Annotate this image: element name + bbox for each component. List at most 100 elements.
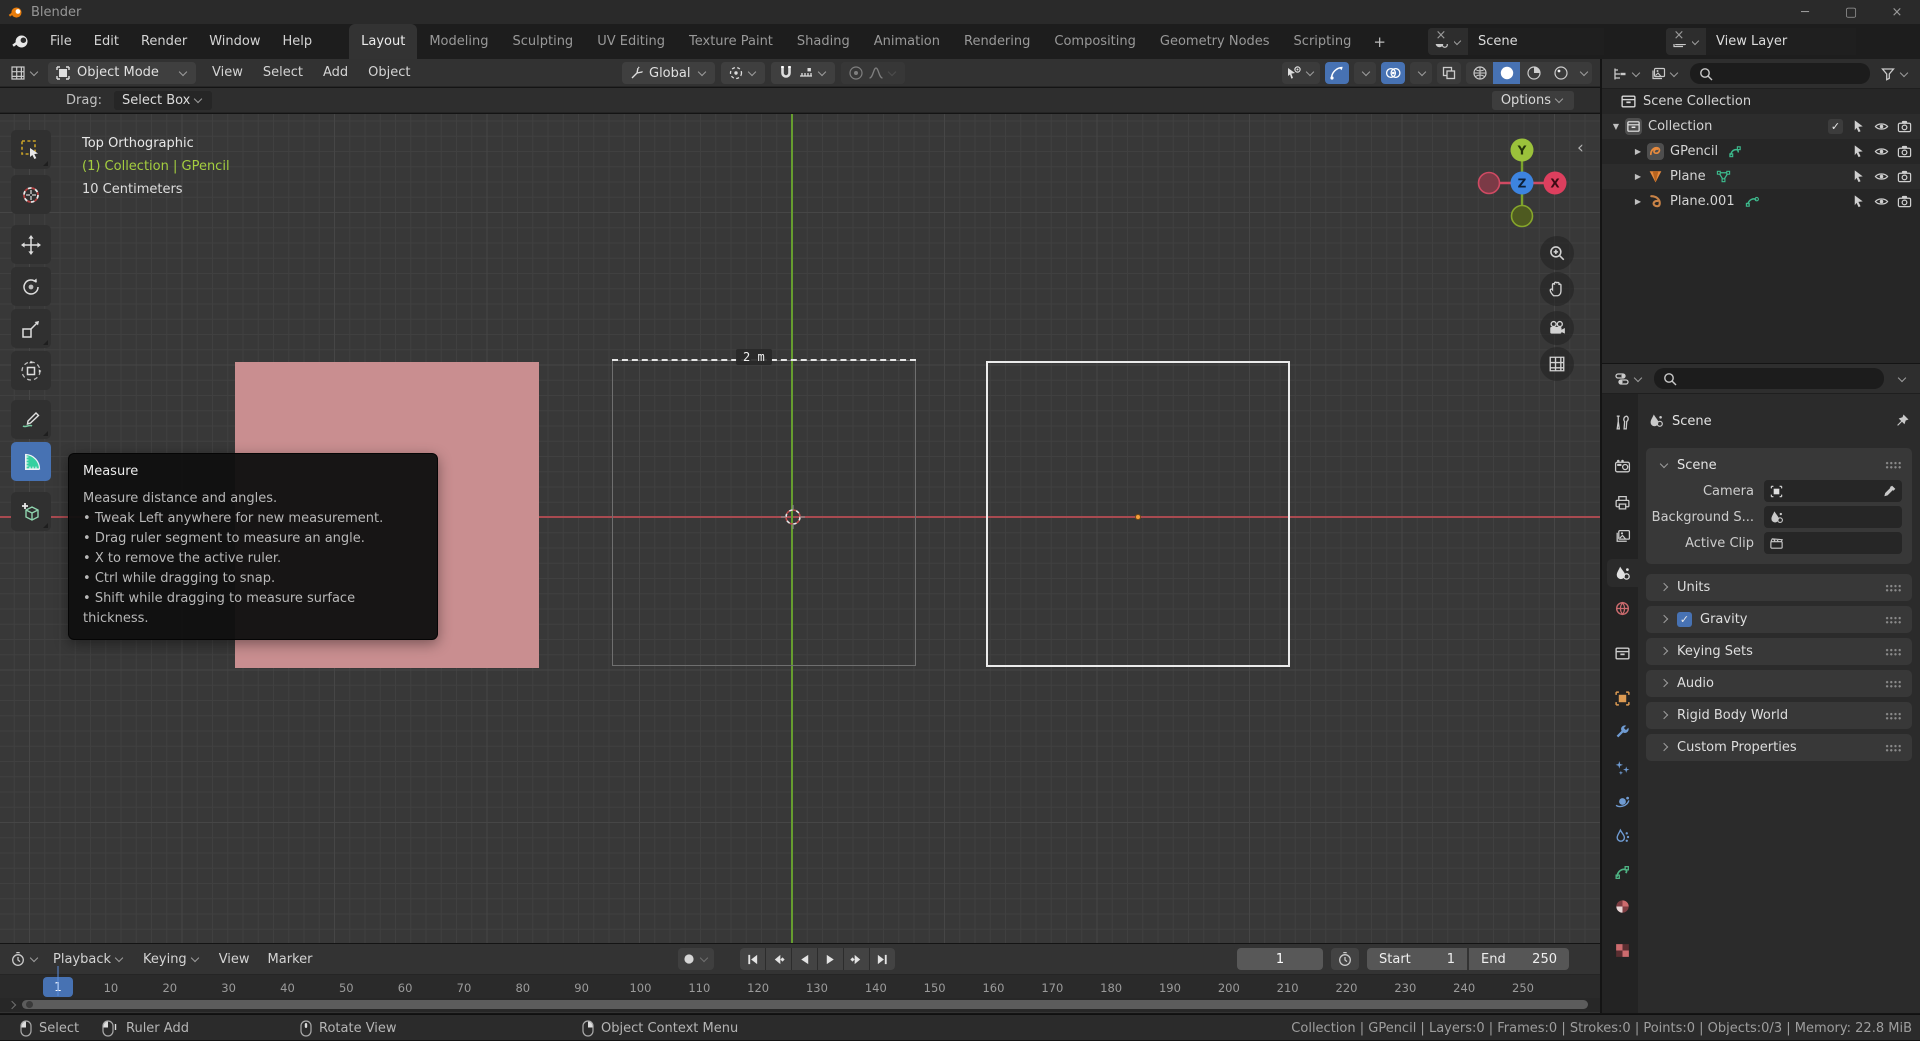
toggle-ortho-button[interactable] (1540, 347, 1574, 381)
auto-keying-button[interactable] (678, 948, 714, 970)
maximize-button[interactable]: ▢ (1828, 0, 1874, 24)
play-reverse-button[interactable] (792, 948, 817, 970)
viewport-menu-item[interactable]: Add (313, 62, 358, 83)
blender-menu-icon[interactable] (12, 33, 29, 50)
disclosure-triangle-icon[interactable]: ▼ (1610, 122, 1622, 131)
scene-name[interactable]: Scene (1468, 28, 1604, 55)
close-button[interactable]: × (1874, 0, 1920, 24)
tab-object-data[interactable] (1606, 858, 1638, 886)
pan-view-button[interactable] (1540, 272, 1574, 306)
outliner-row-plane[interactable]: ▶ Plane (1602, 164, 1920, 189)
selectable-icon[interactable] (1851, 119, 1866, 134)
tab-output[interactable] (1606, 488, 1638, 516)
hide-eye-icon[interactable] (1874, 194, 1889, 209)
gizmos-dropdown[interactable] (1354, 62, 1376, 84)
workspace-tab[interactable]: UV Editing (585, 24, 677, 59)
camera-view-button[interactable] (1540, 311, 1574, 345)
render-camera-icon[interactable] (1897, 169, 1912, 184)
tab-physics[interactable] (1606, 787, 1638, 815)
tab-tool[interactable] (1606, 408, 1638, 436)
tab-view-layer[interactable] (1606, 522, 1638, 550)
tab-object[interactable] (1606, 684, 1638, 712)
add-workspace-button[interactable]: + (1363, 33, 1396, 51)
outliner-search-input[interactable] (1690, 63, 1870, 84)
section-gravity[interactable]: ✓ Gravity (1646, 606, 1912, 633)
menu-item[interactable]: File (39, 30, 83, 53)
hide-eye-icon[interactable] (1874, 119, 1889, 134)
gizmo-axis-y-neg[interactable] (1510, 204, 1534, 228)
menu-item[interactable]: Help (272, 30, 324, 53)
sidebar-collapse-arrow[interactable]: ‹ (1577, 138, 1584, 158)
shading-material-button[interactable] (1520, 62, 1547, 84)
render-camera-icon[interactable] (1897, 119, 1912, 134)
outliner-filter-button[interactable] (1876, 66, 1914, 82)
mode-selector[interactable]: Object Mode (48, 61, 196, 84)
timeline-ruler-ticks[interactable]: 1 10203040506070809010011012013014015016… (0, 974, 1600, 998)
plane-object-wire[interactable] (612, 360, 916, 666)
eyedropper-icon[interactable] (1882, 484, 1897, 499)
shading-rendered-button[interactable] (1547, 62, 1574, 84)
section-audio[interactable]: Audio (1646, 670, 1912, 697)
tool-cursor[interactable] (11, 175, 51, 214)
proportional-editing-widget[interactable] (841, 62, 906, 84)
workspace-tab[interactable]: Shading (785, 24, 862, 59)
tab-material[interactable] (1606, 892, 1638, 920)
properties-options-dropdown[interactable] (1890, 373, 1912, 383)
outliner-row-gpencil[interactable]: ▶ GPencil (1602, 139, 1920, 164)
snapping-widget[interactable] (771, 62, 836, 84)
outliner-row-scene-collection[interactable]: Scene Collection (1602, 89, 1920, 114)
shading-wireframe-button[interactable] (1466, 62, 1493, 84)
section-keying-sets[interactable]: Keying Sets (1646, 638, 1912, 665)
workspace-tab[interactable]: Texture Paint (677, 24, 785, 59)
tool-transform[interactable] (11, 351, 51, 390)
scrollbar-thumb[interactable] (22, 1000, 1588, 1009)
view-layer-name[interactable]: View Layer (1706, 28, 1856, 55)
active-clip-field[interactable] (1764, 532, 1902, 554)
end-frame-field[interactable]: End 250 (1469, 948, 1569, 970)
section-rigid-body-world[interactable]: Rigid Body World (1646, 702, 1912, 729)
menu-item[interactable]: Render (130, 30, 198, 53)
transform-orientation-dropdown[interactable]: Global (622, 62, 716, 84)
gravity-checkbox[interactable]: ✓ (1677, 612, 1692, 627)
viewport-menu-item[interactable]: View (202, 62, 253, 83)
properties-search-input[interactable] (1654, 368, 1884, 389)
workspace-tab[interactable]: Animation (862, 24, 952, 59)
tool-rotate[interactable] (11, 267, 51, 306)
workspace-tab[interactable]: Modeling (417, 24, 500, 59)
pin-icon[interactable] (1894, 413, 1910, 429)
overlays-toggle[interactable] (1381, 62, 1405, 84)
background-scene-field[interactable] (1764, 506, 1902, 528)
jump-to-start-button[interactable] (740, 948, 765, 970)
overlays-dropdown[interactable] (1410, 62, 1432, 84)
view-layer-remove-button[interactable]: × (1666, 28, 1692, 43)
timeline-menu-view[interactable]: View (210, 949, 259, 970)
workspace-tab[interactable]: Compositing (1042, 24, 1148, 59)
collection-checkbox[interactable]: ✓ (1828, 119, 1843, 134)
section-units[interactable]: Units (1646, 574, 1912, 601)
timeline-menu-keying[interactable]: Keying (134, 949, 210, 970)
viewport-3d[interactable]: 2 m Top Orthographic (1) Collection | GP… (0, 114, 1600, 943)
outliner-editor-type-button[interactable] (1608, 66, 1646, 82)
outliner-row-plane-001[interactable]: ▶ Plane.001 (1602, 189, 1920, 214)
disclosure-triangle-icon[interactable]: ▶ (1632, 172, 1644, 181)
disclosure-triangle-icon[interactable]: ▶ (1632, 147, 1644, 156)
panel-drag-grip[interactable] (1885, 461, 1902, 469)
current-frame-field[interactable]: 1 (1237, 948, 1323, 970)
tab-effects[interactable] (1606, 753, 1638, 781)
gizmos-toggle[interactable] (1325, 62, 1349, 84)
workspace-tab[interactable]: Rendering (952, 24, 1042, 59)
start-frame-field[interactable]: Start 1 (1367, 948, 1467, 970)
object-visibility-toggle[interactable] (1282, 62, 1320, 84)
workspace-tab[interactable]: Scripting (1282, 24, 1364, 59)
prev-keyframe-button[interactable] (766, 948, 791, 970)
editor-type-button[interactable] (6, 65, 44, 81)
tab-scene[interactable] (1607, 559, 1638, 587)
navigation-gizmo[interactable]: Y X Z (1472, 133, 1572, 233)
pivot-point-dropdown[interactable] (721, 62, 766, 84)
jump-to-end-button[interactable] (870, 948, 895, 970)
hide-eye-icon[interactable] (1874, 169, 1889, 184)
timeline-menu-marker[interactable]: Marker (259, 949, 322, 970)
menu-item[interactable]: Edit (83, 30, 130, 53)
outliner-display-mode-button[interactable] (1646, 66, 1684, 82)
menu-item[interactable]: Window (198, 30, 271, 53)
